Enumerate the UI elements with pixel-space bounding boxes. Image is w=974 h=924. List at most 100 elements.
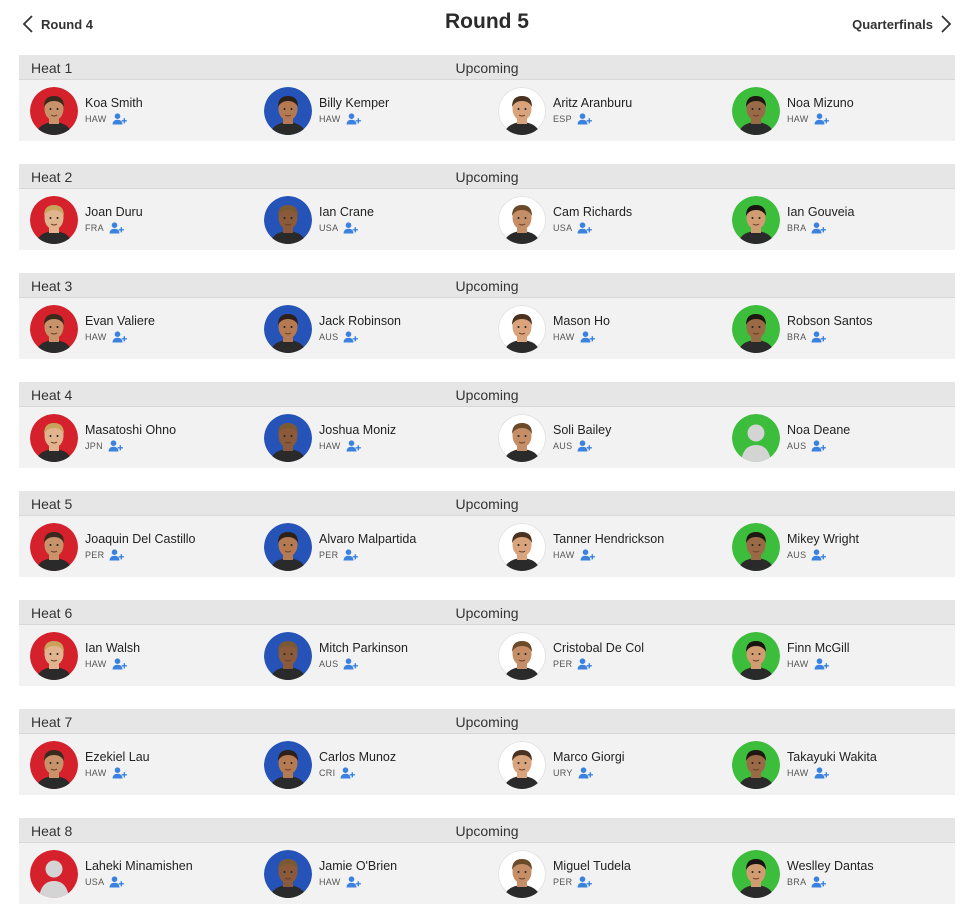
follow-athlete-button[interactable] (814, 113, 829, 125)
follow-athlete-button[interactable] (109, 222, 124, 234)
athlete-name[interactable]: Finn McGill (787, 641, 850, 656)
athlete-entry[interactable]: Cristobal De Col PER (487, 625, 721, 686)
athlete-name[interactable]: Mason Ho (553, 314, 610, 329)
follow-athlete-button[interactable] (580, 331, 595, 343)
follow-athlete-button[interactable] (112, 331, 127, 343)
follow-athlete-button[interactable] (346, 876, 361, 888)
athlete-name[interactable]: Cristobal De Col (553, 641, 644, 656)
athlete-name[interactable]: Mikey Wright (787, 532, 859, 547)
follow-athlete-button[interactable] (577, 113, 592, 125)
athlete-name[interactable]: Jamie O'Brien (319, 859, 397, 874)
athlete-name[interactable]: Carlos Munoz (319, 750, 396, 765)
athlete-entry[interactable]: Noa Mizuno HAW (721, 80, 955, 141)
athlete-entry[interactable]: Soli Bailey AUS (487, 407, 721, 468)
athlete-name[interactable]: Noa Deane (787, 423, 850, 438)
athlete-entry[interactable]: Alvaro Malpartida PER (253, 516, 487, 577)
athlete-entry[interactable]: Jack Robinson AUS (253, 298, 487, 359)
athlete-entry[interactable]: Robson Santos BRA (721, 298, 955, 359)
athlete-name[interactable]: Laheki Minamishen (85, 859, 193, 874)
follow-athlete-button[interactable] (346, 440, 361, 452)
athlete-entry[interactable]: Takayuki Wakita HAW (721, 734, 955, 795)
follow-athlete-button[interactable] (811, 549, 827, 561)
athlete-entry[interactable]: Joan Duru FRA (19, 189, 253, 250)
follow-athlete-button[interactable] (811, 876, 827, 888)
athlete-name[interactable]: Miguel Tudela (553, 859, 631, 874)
athlete-entry[interactable]: Aritz Aranburu ESP (487, 80, 721, 141)
athlete-name[interactable]: Aritz Aranburu (553, 96, 632, 111)
athlete-name[interactable]: Billy Kemper (319, 96, 389, 111)
athlete-entry[interactable]: Evan Valiere HAW (19, 298, 253, 359)
athlete-name[interactable]: Marco Giorgi (553, 750, 625, 765)
athlete-name[interactable]: Koa Smith (85, 96, 143, 111)
athlete-entry[interactable]: Jamie O'Brien HAW (253, 843, 487, 904)
athlete-name[interactable]: Ezekiel Lau (85, 750, 150, 765)
athlete-name[interactable]: Evan Valiere (85, 314, 155, 329)
athlete-entry[interactable]: Billy Kemper HAW (253, 80, 487, 141)
follow-athlete-button[interactable] (343, 222, 359, 234)
athlete-entry[interactable]: Joshua Moniz HAW (253, 407, 487, 468)
athlete-name[interactable]: Masatoshi Ohno (85, 423, 176, 438)
athlete-name[interactable]: Weslley Dantas (787, 859, 874, 874)
athlete-name[interactable]: Cam Richards (553, 205, 632, 220)
athlete-entry[interactable]: Cam Richards USA (487, 189, 721, 250)
athlete-name[interactable]: Mitch Parkinson (319, 641, 408, 656)
follow-athlete-button[interactable] (340, 767, 356, 779)
athlete-name[interactable]: Soli Bailey (553, 423, 611, 438)
follow-athlete-button[interactable] (814, 658, 829, 670)
follow-athlete-button[interactable] (811, 222, 827, 234)
follow-athlete-button[interactable] (109, 876, 125, 888)
follow-athlete-button[interactable] (343, 331, 359, 343)
athlete-entry[interactable]: Laheki Minamishen USA (19, 843, 253, 904)
athlete-name[interactable]: Robson Santos (787, 314, 872, 329)
follow-athlete-button[interactable] (112, 113, 127, 125)
athlete-entry[interactable]: Mitch Parkinson AUS (253, 625, 487, 686)
athlete-entry[interactable]: Carlos Munoz CRI (253, 734, 487, 795)
follow-athlete-button[interactable] (346, 113, 361, 125)
athlete-entry[interactable]: Ian Walsh HAW (19, 625, 253, 686)
athlete-entry[interactable]: Noa Deane AUS (721, 407, 955, 468)
athlete-entry[interactable]: Mason Ho HAW (487, 298, 721, 359)
follow-athlete-button[interactable] (343, 549, 359, 561)
athlete-entry[interactable]: Miguel Tudela PER (487, 843, 721, 904)
next-round-link[interactable]: Quarterfinals (852, 14, 952, 34)
athlete-name[interactable]: Noa Mizuno (787, 96, 854, 111)
follow-athlete-button[interactable] (343, 658, 359, 670)
athlete-entry[interactable]: Finn McGill HAW (721, 625, 955, 686)
follow-athlete-button[interactable] (577, 876, 593, 888)
athlete-name[interactable]: Joan Duru (85, 205, 143, 220)
athlete-name[interactable]: Tanner Hendrickson (553, 532, 664, 547)
athlete-avatar (732, 740, 780, 789)
add-user-icon (577, 113, 592, 125)
follow-athlete-button[interactable] (811, 331, 827, 343)
athlete-name[interactable]: Jack Robinson (319, 314, 401, 329)
athlete-name[interactable]: Takayuki Wakita (787, 750, 877, 765)
athlete-entry[interactable]: Joaquin Del Castillo PER (19, 516, 253, 577)
athlete-name[interactable]: Ian Crane (319, 205, 374, 220)
athlete-entry[interactable]: Tanner Hendrickson HAW (487, 516, 721, 577)
athlete-photo (498, 413, 546, 462)
follow-athlete-button[interactable] (577, 222, 593, 234)
athlete-name[interactable]: Joshua Moniz (319, 423, 396, 438)
follow-athlete-button[interactable] (577, 440, 593, 452)
athlete-name[interactable]: Ian Gouveia (787, 205, 854, 220)
follow-athlete-button[interactable] (811, 440, 827, 452)
athlete-name[interactable]: Joaquin Del Castillo (85, 532, 195, 547)
athlete-entry[interactable]: Weslley Dantas BRA (721, 843, 955, 904)
follow-athlete-button[interactable] (112, 767, 127, 779)
athlete-entry[interactable]: Koa Smith HAW (19, 80, 253, 141)
athlete-entry[interactable]: Ian Crane USA (253, 189, 487, 250)
follow-athlete-button[interactable] (577, 658, 593, 670)
follow-athlete-button[interactable] (814, 767, 829, 779)
follow-athlete-button[interactable] (578, 767, 593, 779)
follow-athlete-button[interactable] (108, 440, 123, 452)
athlete-entry[interactable]: Ian Gouveia BRA (721, 189, 955, 250)
follow-athlete-button[interactable] (580, 549, 595, 561)
athlete-entry[interactable]: Ezekiel Lau HAW (19, 734, 253, 795)
athlete-entry[interactable]: Mikey Wright AUS (721, 516, 955, 577)
follow-athlete-button[interactable] (109, 549, 125, 561)
athlete-name[interactable]: Ian Walsh (85, 641, 140, 656)
athlete-name[interactable]: Alvaro Malpartida (319, 532, 416, 547)
athlete-entry[interactable]: Marco Giorgi URY (487, 734, 721, 795)
athlete-entry[interactable]: Masatoshi Ohno JPN (19, 407, 253, 468)
follow-athlete-button[interactable] (112, 658, 127, 670)
